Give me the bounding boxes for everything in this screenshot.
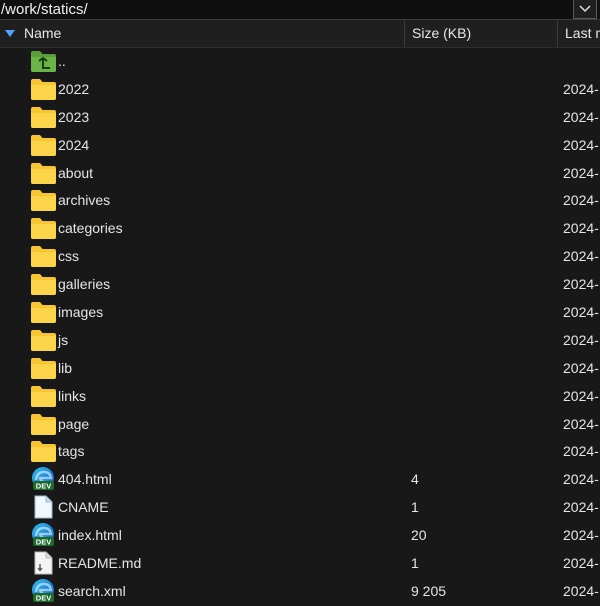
file-name: 2024	[58, 136, 90, 153]
file-name: js	[58, 331, 69, 348]
folder-icon	[30, 384, 57, 408]
file-row[interactable]: categories 2024-	[0, 214, 600, 242]
file-name: css	[58, 248, 79, 265]
file-date: 2024-	[563, 359, 599, 376]
file-row[interactable]: css 2024-	[0, 242, 600, 270]
file-row[interactable]: DEV index.html 20 2024-	[0, 521, 600, 549]
file-name: ..	[58, 53, 66, 69]
file-name: search.xml	[58, 582, 126, 599]
size-column-header[interactable]: Size (KB)	[412, 20, 557, 47]
file-row[interactable]: images 2024-	[0, 298, 600, 326]
chevron-down-icon	[579, 5, 591, 13]
file-row[interactable]: ..	[0, 47, 600, 75]
column-divider[interactable]	[404, 20, 405, 47]
file-date: 2024-	[563, 276, 599, 293]
folder-icon	[30, 77, 57, 101]
file-row[interactable]: 2024 2024-	[0, 131, 600, 159]
file-row[interactable]: lib 2024-	[0, 354, 600, 382]
file-list: .. 2022 2024- 2023 2024- 2024 2024- about 2024- a…	[0, 47, 600, 605]
path-dropdown-button[interactable]	[573, 0, 597, 19]
path-bar	[0, 0, 600, 20]
file-row[interactable]: DEV 404.html 4 2024-	[0, 465, 600, 493]
path-input[interactable]	[0, 0, 573, 19]
file-name: tags	[58, 443, 85, 460]
file-date: 2024-	[563, 164, 599, 181]
file-date: 2024-	[563, 443, 599, 460]
file-name: 2023	[58, 108, 90, 125]
file-date: 2024-	[563, 415, 599, 432]
file-name: page	[58, 415, 90, 432]
file-date: 2024-	[563, 248, 599, 265]
file-date: 2024-	[563, 331, 599, 348]
file-name: about	[58, 164, 94, 181]
column-divider[interactable]	[557, 20, 558, 47]
file-size: 1	[411, 555, 419, 572]
file-name: links	[58, 387, 87, 404]
file-size: 4	[411, 471, 419, 488]
edge-dev-icon: DEV	[30, 523, 57, 547]
file-row[interactable]: README.md 1 2024-	[0, 549, 600, 577]
file-row[interactable]: 2022 2024-	[0, 75, 600, 103]
folder-icon	[30, 272, 57, 296]
file-name: index.html	[58, 527, 122, 544]
file-name: lib	[58, 359, 73, 376]
file-size: 9 205	[411, 582, 447, 599]
folder-icon	[30, 412, 57, 436]
parent-folder-icon	[30, 49, 57, 73]
file-name: archives	[58, 192, 111, 209]
file-date: 2024-	[563, 108, 599, 125]
file-date: 2024-	[563, 220, 599, 237]
file-date: 2024-	[563, 136, 599, 153]
folder-icon	[30, 356, 57, 380]
file-name: 2022	[58, 80, 90, 97]
file-name: categories	[58, 220, 123, 237]
file-row[interactable]: links 2024-	[0, 382, 600, 410]
file-row[interactable]: about 2024-	[0, 159, 600, 187]
file-row[interactable]: DEV search.xml 9 205 2024-	[0, 577, 600, 605]
file-date: 2024-	[563, 527, 599, 544]
file-name: README.md	[58, 555, 142, 572]
file-date: 2024-	[563, 555, 599, 572]
svg-text:DEV: DEV	[36, 593, 51, 602]
folder-icon	[30, 105, 57, 129]
folder-icon	[30, 439, 57, 463]
sort-ascending-icon	[5, 30, 15, 37]
folder-icon	[30, 188, 57, 212]
file-date: 2024-	[563, 80, 599, 97]
file-icon	[30, 495, 57, 519]
file-date: 2024-	[563, 582, 599, 599]
svg-text:DEV: DEV	[36, 482, 51, 491]
file-row[interactable]: page 2024-	[0, 410, 600, 438]
file-row[interactable]: tags 2024-	[0, 437, 600, 465]
svg-text:DEV: DEV	[36, 538, 51, 547]
edge-dev-icon: DEV	[30, 467, 57, 491]
file-name: CNAME	[58, 499, 109, 516]
column-header-row: Name Size (KB) Last m	[0, 20, 600, 48]
file-date: 2024-	[563, 471, 599, 488]
edge-dev-icon: DEV	[30, 578, 57, 603]
file-row[interactable]: archives 2024-	[0, 186, 600, 214]
file-size: 20	[411, 527, 427, 544]
folder-icon	[30, 300, 57, 324]
folder-icon	[30, 216, 57, 240]
file-name: galleries	[58, 276, 111, 293]
file-size: 1	[411, 499, 419, 516]
file-row[interactable]: 2023 2024-	[0, 103, 600, 131]
file-row[interactable]: galleries 2024-	[0, 270, 600, 298]
file-row[interactable]: CNAME 1 2024-	[0, 493, 600, 521]
name-column-header[interactable]: Name	[24, 20, 404, 47]
markdown-file-icon	[30, 551, 57, 575]
folder-icon	[30, 328, 57, 352]
folder-icon	[30, 133, 57, 157]
last-modified-column-header[interactable]: Last m	[565, 20, 600, 47]
file-name: images	[58, 304, 104, 321]
file-date: 2024-	[563, 499, 599, 516]
file-date: 2024-	[563, 304, 599, 321]
file-date: 2024-	[563, 192, 599, 209]
folder-icon	[30, 244, 57, 268]
file-row[interactable]: js 2024-	[0, 326, 600, 354]
file-name: 404.html	[58, 471, 112, 488]
folder-icon	[30, 161, 57, 185]
file-date: 2024-	[563, 387, 599, 404]
